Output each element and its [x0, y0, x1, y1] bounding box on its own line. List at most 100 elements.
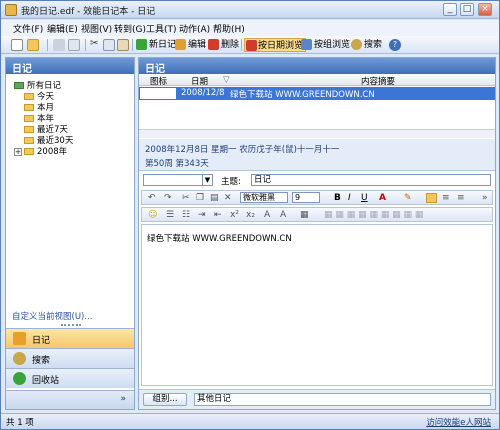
date-line: 2008年12月8日 星期一 农历戊子年(鼠)十一月十一: [145, 145, 340, 155]
toolbar-separator: [47, 39, 48, 51]
table-tools-icon[interactable]: ▦ ▦ ▦ ▦ ▦ ▦ ▦ ▦ ▦: [324, 210, 423, 220]
clear-icon[interactable]: ✕: [224, 193, 232, 203]
group-bar: 组别... 其他日记: [139, 389, 495, 409]
edit-button[interactable]: 编辑: [175, 38, 206, 52]
column-date[interactable]: 日期: [191, 75, 208, 87]
column-summary[interactable]: 内容摘要: [361, 75, 395, 87]
print-icon[interactable]: [53, 39, 65, 51]
splitter-grip[interactable]: [61, 324, 81, 327]
column-icon[interactable]: 图标: [150, 75, 167, 87]
tree-item-30days[interactable]: 最近30天: [24, 134, 73, 146]
calendar-icon: [246, 40, 257, 51]
folder-icon: [24, 148, 34, 155]
tree-item-month[interactable]: 本月: [24, 101, 54, 113]
shrink-font-icon[interactable]: A: [280, 210, 286, 220]
group-value[interactable]: 其他日记: [194, 393, 491, 406]
list-header: 图标 日期 ▽ 内容摘要: [139, 74, 495, 87]
format-toolbar-top: ↶ ↷ ✂ ❐ ▤ ✕ 微软雅黑 9 B I U A ✎ ≡ ≡ »: [141, 190, 493, 205]
help-icon[interactable]: ?: [389, 39, 401, 51]
chevron-down-icon[interactable]: ▼: [202, 175, 212, 185]
diary-editor[interactable]: 绿色下载站 WWW.GREENDOWN.CN: [141, 224, 493, 386]
delete-icon: [208, 39, 219, 50]
emoticon-icon[interactable]: ☺: [148, 210, 157, 220]
paste-icon[interactable]: ▤: [210, 193, 219, 203]
font-size-select[interactable]: 9: [292, 192, 320, 203]
mood-select[interactable]: ▼: [143, 174, 213, 186]
toolbar-separator: [241, 39, 242, 51]
toolbar-separator: [85, 39, 86, 51]
preview-icon[interactable]: [68, 39, 80, 51]
redo-icon[interactable]: ↷: [164, 193, 172, 203]
cut-icon[interactable]: ✂: [182, 193, 190, 203]
new-file-icon[interactable]: [11, 39, 23, 51]
app-window: 我的日记.edf - 效能日记本 - 日记 _ □ × 文件(F) 编辑(E) …: [0, 0, 500, 430]
navigation-panel: 日记 所有日记 今天 本月 本年 最近7天 最近30天 +2008年 自定义当前…: [5, 57, 135, 410]
group-button[interactable]: 组别...: [143, 393, 187, 406]
undo-icon[interactable]: ↶: [148, 193, 156, 203]
minimize-button[interactable]: _: [443, 3, 457, 16]
grow-font-icon[interactable]: A: [264, 210, 270, 220]
table-row[interactable]: 2008/12/8 绿色下载站 WWW.GREENDOWN.CN: [139, 87, 495, 100]
content-title: 日记: [139, 58, 495, 75]
close-button[interactable]: ×: [478, 3, 492, 16]
tree-item-all[interactable]: 所有日记: [14, 79, 61, 91]
toolbar: ✂ 新日记 编辑 删除 按日期浏览 按组浏览 搜索 ?: [1, 36, 499, 54]
table-icon[interactable]: ▦: [300, 210, 309, 220]
menu-goto[interactable]: 转到(G): [114, 22, 146, 35]
nav-diary-button[interactable]: 日记: [6, 328, 134, 348]
app-icon: [5, 4, 17, 16]
topic-input[interactable]: 日记: [251, 174, 491, 186]
tree-item-2008[interactable]: +2008年: [14, 145, 67, 157]
paste-icon[interactable]: [117, 39, 129, 51]
menu-action[interactable]: 动作(A): [179, 22, 210, 35]
delete-button[interactable]: 删除: [208, 38, 239, 52]
highlight-icon[interactable]: ✎: [404, 193, 412, 203]
menu-file[interactable]: 文件(F): [13, 22, 43, 35]
more-icon[interactable]: »: [482, 193, 488, 203]
nav-search-button[interactable]: 搜索: [6, 348, 134, 368]
align-right-icon[interactable]: ≡: [457, 193, 465, 203]
folder-icon: [24, 126, 34, 133]
browse-by-date-button[interactable]: 按日期浏览: [244, 38, 307, 52]
bold-icon[interactable]: B: [334, 193, 341, 203]
tree-item-7days[interactable]: 最近7天: [24, 123, 68, 135]
italic-icon[interactable]: I: [348, 193, 351, 203]
font-color-icon[interactable]: A: [379, 193, 386, 203]
copy-icon[interactable]: [103, 39, 115, 51]
status-bar: 共 1 项 访问效能e人网站: [1, 413, 499, 429]
website-link[interactable]: 访问效能e人网站: [426, 416, 491, 428]
copy-icon[interactable]: ❐: [196, 193, 204, 203]
tree-item-today[interactable]: 今天: [24, 90, 54, 102]
tree-item-year[interactable]: 本年: [24, 112, 54, 124]
pencil-icon: [175, 39, 186, 50]
menu-tools[interactable]: 工具(T): [146, 22, 177, 35]
font-name-select[interactable]: 微软雅黑: [240, 192, 288, 203]
new-diary-button[interactable]: 新日记: [136, 38, 176, 52]
menu-help[interactable]: 帮助(H): [213, 22, 245, 35]
subscript-icon[interactable]: x₂: [246, 210, 255, 220]
align-center-icon[interactable]: ≡: [442, 193, 450, 203]
topic-row: ▼ 主题: 日记: [139, 172, 495, 188]
align-left-icon[interactable]: [426, 193, 437, 203]
search-button[interactable]: 搜索: [351, 38, 382, 52]
bullets-icon[interactable]: ☰: [166, 210, 174, 220]
chevron-down-icon[interactable]: »: [120, 394, 126, 404]
indent-icon[interactable]: ⇥: [198, 210, 206, 220]
item-count: 共 1 项: [6, 418, 34, 428]
maximize-button[interactable]: □: [460, 3, 474, 16]
nav-configure-bar[interactable]: »: [6, 390, 134, 409]
cut-icon[interactable]: ✂: [90, 39, 102, 51]
underline-icon[interactable]: U: [361, 193, 368, 203]
superscript-icon[interactable]: x²: [230, 210, 239, 220]
menu-view[interactable]: 视图(V): [81, 22, 112, 35]
horizontal-scrollbar[interactable]: [139, 129, 495, 138]
browse-by-group-button[interactable]: 按组浏览: [301, 38, 350, 52]
nav-recycle-button[interactable]: 回收站: [6, 368, 134, 388]
outdent-icon[interactable]: ⇤: [214, 210, 222, 220]
custom-view-link[interactable]: 自定义当前视图(U)...: [12, 310, 92, 322]
expand-icon[interactable]: +: [14, 148, 22, 156]
open-folder-icon[interactable]: [27, 39, 39, 51]
week-line: 第50周 第343天: [145, 159, 209, 169]
menu-edit[interactable]: 编辑(E): [47, 22, 78, 35]
numbering-icon[interactable]: ☷: [182, 210, 190, 220]
